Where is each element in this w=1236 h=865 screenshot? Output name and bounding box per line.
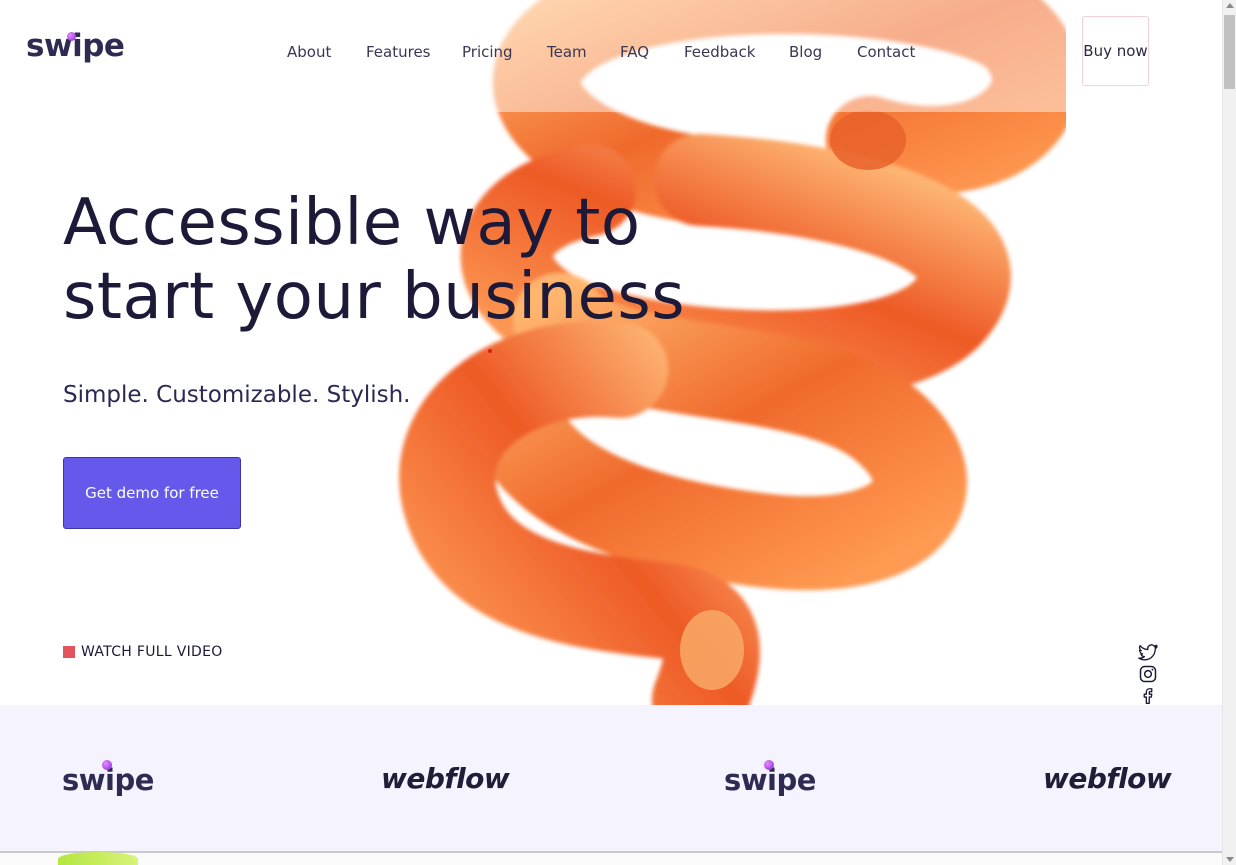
get-demo-button[interactable]: Get demo for free: [63, 457, 241, 529]
scroll-down-arrow-icon[interactable]: [1226, 857, 1234, 862]
site-header: swipe About Features Pricing Team FAQ Fe…: [0, 0, 1222, 112]
logo-dot-icon: [764, 760, 774, 770]
nav-team[interactable]: Team: [547, 43, 587, 61]
cursor-dot: [488, 349, 492, 353]
video-marker-icon: [63, 646, 75, 658]
nav-faq[interactable]: FAQ: [620, 43, 649, 61]
nav-features[interactable]: Features: [366, 43, 431, 61]
twitter-icon[interactable]: [1138, 643, 1158, 663]
partner-logo-webflow: webflow: [1043, 762, 1172, 795]
scroll-up-arrow-icon[interactable]: [1226, 3, 1234, 8]
watch-video-label: WATCH FULL VIDEO: [81, 644, 223, 660]
watch-video-link[interactable]: WATCH FULL VIDEO: [63, 644, 223, 660]
buy-now-button[interactable]: Buy now: [1082, 16, 1149, 86]
next-section-art: [58, 852, 138, 865]
hero-headline-line-1: Accessible way to: [63, 186, 641, 260]
nav-pricing[interactable]: Pricing: [462, 43, 513, 61]
social-links: [1138, 643, 1158, 706]
logo-dot-icon: [102, 760, 112, 770]
nav-contact[interactable]: Contact: [857, 43, 915, 61]
page: swipe About Features Pricing Team FAQ Fe…: [0, 0, 1222, 865]
nav-feedback[interactable]: Feedback: [684, 43, 755, 61]
hero-headline: Accessible way to start your business: [63, 186, 685, 334]
hero-subtitle: Simple. Customizable. Stylish.: [63, 382, 411, 408]
scrollbar-thumb[interactable]: [1224, 15, 1235, 89]
logo-dot-icon: [67, 32, 76, 41]
facebook-icon[interactable]: [1138, 685, 1158, 705]
nav-about[interactable]: About: [287, 43, 331, 61]
vertical-scrollbar[interactable]: [1222, 0, 1236, 865]
bottom-divider: [0, 851, 1222, 865]
partner-logo-swipe: swipe: [724, 760, 816, 797]
instagram-icon[interactable]: [1138, 664, 1158, 684]
brand-logo[interactable]: swipe: [26, 28, 125, 64]
partner-logo-strip: swipe webflow swipe webflow: [0, 705, 1222, 851]
nav-blog[interactable]: Blog: [789, 43, 822, 61]
partner-logo-webflow: webflow: [381, 762, 510, 795]
hero-headline-line-2: start your business: [63, 260, 686, 334]
partner-logo-swipe: swipe: [62, 760, 154, 797]
